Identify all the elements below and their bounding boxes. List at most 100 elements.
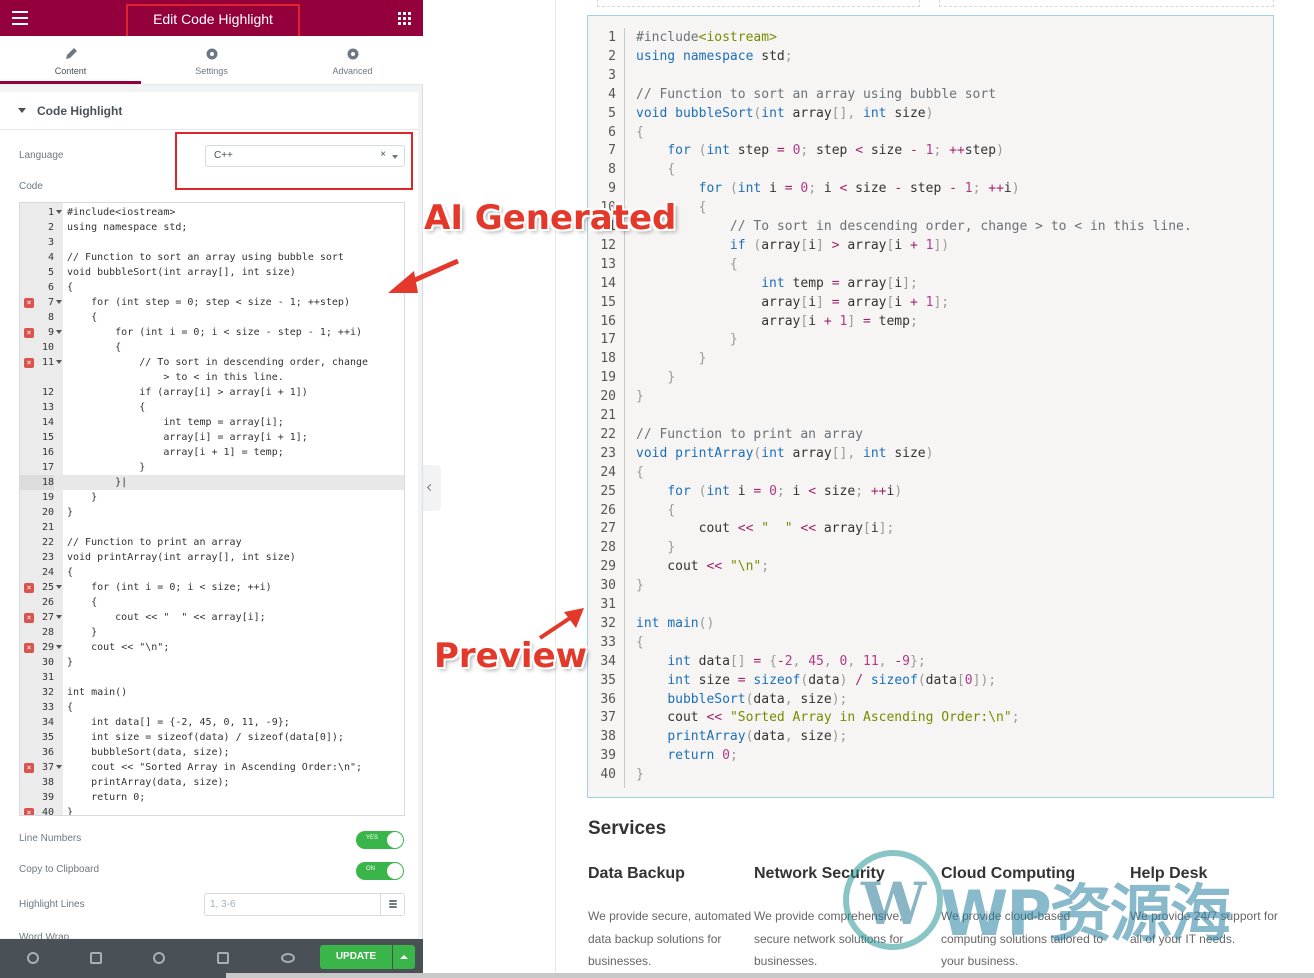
highlight-lines-input[interactable]: 1, 3-6 — [204, 893, 405, 916]
editor-line[interactable]: 9 × for (int i = 0; i < size - step - 1; … — [20, 325, 404, 340]
pencil-icon — [65, 48, 77, 59]
preview-code-text: } — [729, 332, 738, 348]
fold-arrow-icon[interactable] — [56, 330, 62, 334]
section-code-highlight[interactable]: Code Highlight — [0, 92, 418, 130]
history-icon[interactable] — [153, 952, 165, 964]
editor-line[interactable]: 18 }| — [20, 475, 404, 490]
editor-line[interactable]: 37 × cout << "Sorted Array in Ascending O… — [20, 760, 404, 775]
editor-line[interactable]: 6{ — [20, 280, 404, 295]
editor-line[interactable]: 2 using namespace std; — [20, 220, 404, 235]
update-options-button[interactable] — [393, 945, 415, 969]
code-text: return 0; — [67, 792, 146, 803]
code-text: } — [67, 507, 74, 518]
editor-line[interactable]: 4 // Function to sort an array using bubb… — [20, 250, 404, 265]
preview-line: 4 // Function to sort an array using bubb… — [588, 85, 1268, 104]
tab-advanced[interactable]: Advanced — [282, 36, 423, 84]
editor-line[interactable]: 23 void printArray(int array[], int size) — [20, 550, 404, 565]
editor-line[interactable]: 1 #include<iostream> — [20, 205, 404, 220]
preview-line-number: 1 — [608, 30, 616, 45]
editor-line[interactable]: 22 // Function to print an array — [20, 535, 404, 550]
language-select[interactable]: C++ × — [205, 145, 405, 167]
copy-clipboard-label: Copy to Clipboard — [19, 864, 100, 875]
editor-line[interactable]: 13 { — [20, 400, 404, 415]
line-number: 38 — [41, 777, 54, 788]
editor-line[interactable]: 8 { — [20, 310, 404, 325]
preview-code-text: } — [636, 767, 644, 783]
line-numbers-toggle[interactable]: YES — [356, 831, 404, 849]
list-icon[interactable] — [380, 894, 404, 915]
copy-clipboard-toggle[interactable]: ON — [356, 862, 404, 880]
preview-code-text: // Function to print an array — [636, 426, 863, 442]
editor-line[interactable]: 24 { — [20, 565, 404, 580]
editor-line[interactable]: > to < in this line. — [20, 370, 404, 385]
code-text: for (int step = 0; step < size - 1; ++st… — [67, 297, 350, 308]
editor-line[interactable]: 29 × cout << "\n"; — [20, 640, 404, 655]
preview-line-number: 15 — [600, 294, 616, 310]
preview-code-text: { — [729, 256, 738, 272]
horizontal-scrollbar[interactable] — [226, 973, 1314, 978]
editor-line[interactable]: 21 — [20, 520, 404, 535]
preview-code-text: } — [698, 351, 707, 367]
editor-line[interactable]: 36 bubbleSort(data, size); — [20, 745, 404, 760]
editor-line[interactable]: 38 printArray(data, size); — [20, 775, 404, 790]
preview-line: 5 void bubbleSort(int array[], int size) — [588, 104, 1268, 123]
preview-line-number: 16 — [600, 313, 616, 329]
editor-line[interactable]: 31 — [20, 670, 404, 685]
preview-line: 30} — [588, 576, 1268, 595]
editor-line[interactable]: 34 int data[] = {-2, 45, 0, 11, -9}; — [20, 715, 404, 730]
fold-arrow-icon[interactable] — [56, 300, 62, 304]
fold-arrow-icon[interactable] — [56, 645, 62, 649]
editor-line[interactable]: 16 array[i + 1] = temp; — [20, 445, 404, 460]
editor-line[interactable]: 30} — [20, 655, 404, 670]
fold-arrow-icon[interactable] — [56, 210, 62, 214]
fold-arrow-icon[interactable] — [56, 360, 62, 364]
error-icon: × — [24, 643, 34, 653]
tab-content[interactable]: Content — [0, 36, 141, 84]
editor-line[interactable]: 27 × cout << " " << array[i]; — [20, 610, 404, 625]
editor-line[interactable]: 15 array[i] = array[i + 1]; — [20, 430, 404, 445]
hamburger-menu-icon[interactable] — [12, 11, 28, 25]
preview-line-number: 26 — [600, 502, 616, 518]
editor-line[interactable]: 39 return 0; — [20, 790, 404, 805]
preview-line-number: 17 — [600, 332, 616, 348]
editor-line[interactable]: 33 { — [20, 700, 404, 715]
line-number: 23 — [41, 552, 54, 563]
error-icon: × — [24, 298, 34, 308]
fold-arrow-icon[interactable] — [56, 765, 62, 769]
fold-arrow-icon[interactable] — [56, 615, 62, 619]
gear-icon[interactable] — [27, 952, 39, 964]
editor-line[interactable]: 5 void bubbleSort(int array[], int size) — [20, 265, 404, 280]
responsive-icon[interactable] — [217, 952, 229, 964]
editor-line[interactable]: 25 × for (int i = 0; i < size; ++i) — [20, 580, 404, 595]
editor-line[interactable]: 28 } — [20, 625, 404, 640]
editor-line[interactable]: 35 int size = sizeof(data) / sizeof(data… — [20, 730, 404, 745]
widgets-grid-icon[interactable] — [398, 12, 411, 25]
editor-line[interactable]: 20} — [20, 505, 404, 520]
editor-line[interactable]: 17 } — [20, 460, 404, 475]
editor-line[interactable]: 14 int temp = array[i]; — [20, 415, 404, 430]
clear-icon[interactable]: × — [380, 149, 386, 160]
code-editor[interactable]: 1 #include<iostream> 2 using namespace std;… — [19, 202, 405, 816]
editor-line[interactable]: 3 — [20, 235, 404, 250]
tab-settings[interactable]: Settings — [141, 36, 282, 84]
fold-arrow-icon[interactable] — [56, 585, 62, 589]
editor-line[interactable]: 12 if (array[i] > array[i + 1]) — [20, 385, 404, 400]
service-title: Data Backup — [588, 865, 685, 882]
line-number: 3 — [47, 237, 54, 248]
editor-line[interactable]: 40 ×} — [20, 805, 404, 815]
preview-line-number: 2 — [608, 48, 616, 64]
layers-icon[interactable] — [90, 952, 102, 964]
code-text: int temp = array[i]; — [67, 417, 284, 428]
editor-line[interactable]: 19 } — [20, 490, 404, 505]
editor-line[interactable]: 10 { — [20, 340, 404, 355]
editor-line[interactable]: 32 int main() — [20, 685, 404, 700]
editor-line[interactable]: 11 × // To sort in descending order, chan… — [20, 355, 404, 370]
code-text: using namespace std; — [67, 222, 188, 233]
eye-icon[interactable] — [281, 953, 295, 963]
editor-line[interactable]: 7 × for (int step = 0; step < size - 1; +… — [20, 295, 404, 310]
editor-panel: Edit Code Highlight Content Settings Adv… — [0, 0, 423, 978]
update-button[interactable]: UPDATE — [320, 945, 392, 969]
editor-line[interactable]: 26 { — [20, 595, 404, 610]
language-label: Language — [19, 150, 64, 161]
panel-collapse-handle[interactable] — [423, 465, 441, 511]
